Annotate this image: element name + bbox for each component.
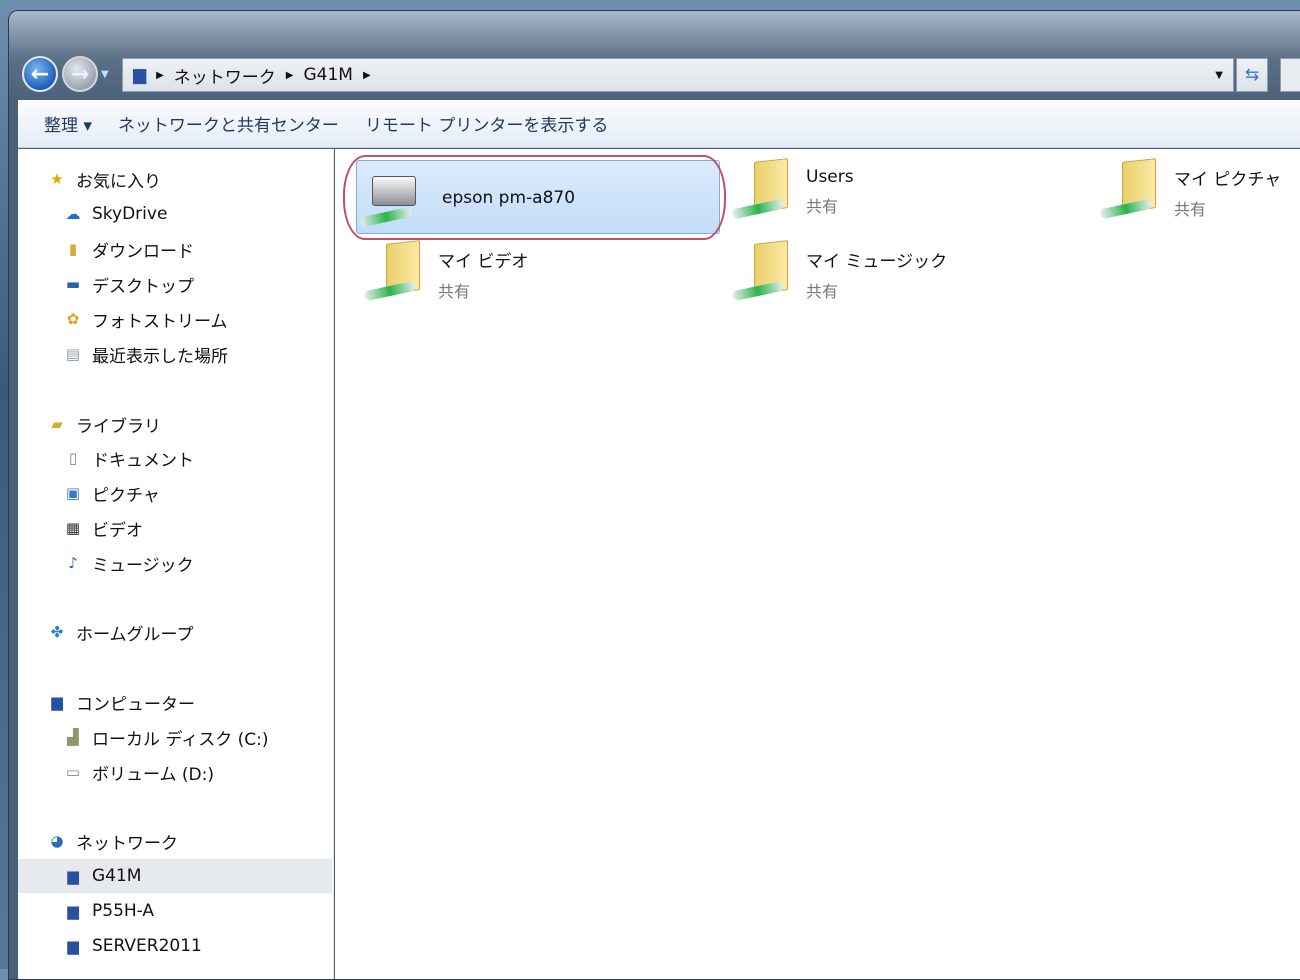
share-item[interactable]: マイ ミュージック 共有 [731, 240, 948, 308]
sidebar-item[interactable]: ▆ SERVER2011 [18, 929, 332, 963]
sidebar-item-label: SkyDrive [92, 204, 168, 224]
address-dropdown-icon[interactable]: ▼ [1215, 70, 1223, 81]
sidebar-item[interactable]: ▤ 最近表示した場所 [18, 337, 332, 371]
sidebar-item-icon: ▮ [68, 240, 78, 258]
printer-icon [359, 168, 420, 228]
sidebar-item-icon: ☁ [65, 205, 81, 223]
sidebar-item-icon: ▆ [51, 693, 63, 711]
nav-buttons: ← → ▼ [22, 56, 109, 92]
sidebar-item-icon: ♪ [68, 554, 78, 572]
back-button[interactable]: ← [22, 56, 58, 92]
sidebar-item[interactable]: ♪ ミュージック [18, 546, 332, 580]
sidebar-item-icon: ✿ [66, 310, 80, 328]
sidebar-item[interactable]: ▆ G41M [18, 859, 332, 893]
item-subtitle: 共有 [806, 281, 839, 301]
sidebar-item-icon: ▭ [65, 763, 81, 781]
item-name: マイ ミュージック [806, 251, 948, 272]
sidebar-item[interactable]: ▭ ボリューム (D:) [18, 755, 332, 789]
sidebar-item-label: ボリューム (D:) [92, 764, 214, 785]
breadcrumb-network[interactable]: ネットワーク [174, 63, 276, 88]
sidebar-item-icon: ▟ [67, 728, 79, 746]
item-name: Users [806, 167, 854, 187]
sidebar-item-icon: ▰ [51, 415, 63, 433]
sidebar-item-label: P55H-A [92, 901, 155, 921]
forward-button[interactable]: → [62, 56, 98, 92]
shared-folder-icon [731, 240, 792, 308]
organize-button[interactable]: 整理 ▾ [44, 111, 92, 136]
breadcrumb-arrow-icon[interactable]: ▶ [286, 70, 294, 81]
sidebar-item-icon: ◕ [50, 832, 64, 850]
sidebar-item[interactable]: ✿ フォトストリーム [18, 302, 332, 336]
sidebar-item-label: デスクトップ [92, 276, 194, 297]
share-item[interactable]: Users 共有 [731, 158, 854, 226]
sidebar-item-icon: ✤ [50, 623, 64, 641]
sidebar-item-label: ビデオ [92, 520, 143, 541]
breadcrumb-g41m[interactable]: G41M [303, 65, 352, 85]
address-bar[interactable]: ▆ ▶ ネットワーク ▶ G41M ▶ ▼ [122, 58, 1234, 92]
sidebar-item[interactable]: ▣ ピクチャ [18, 476, 332, 510]
sidebar-item[interactable]: ★ お気に入り [18, 162, 332, 196]
share-item[interactable]: マイ ピクチャ 共有 [1099, 158, 1282, 226]
item-name: マイ ピクチャ [1174, 169, 1282, 190]
sidebar-item[interactable]: ☁ SkyDrive [18, 197, 332, 231]
sidebar-item-label: コンピューター [76, 694, 195, 715]
shared-folder-icon [363, 240, 424, 308]
network-computer-icon: ▆ [133, 65, 147, 85]
recent-pages-dropdown[interactable]: ▼ [101, 69, 109, 80]
search-input[interactable] [1280, 58, 1300, 92]
sidebar-item[interactable]: ▦ ビデオ [18, 511, 332, 545]
share-item[interactable]: マイ ビデオ 共有 [363, 240, 529, 308]
network-sharing-center-button[interactable]: ネットワークと共有センター [118, 111, 339, 136]
item-subtitle: 共有 [1174, 199, 1207, 219]
item-name: epson pm-a870 [442, 188, 576, 208]
sidebar-item[interactable]: ▬ デスクトップ [18, 267, 332, 301]
command-bar: 整理 ▾ ネットワークと共有センター リモート プリンターを表示する [18, 100, 1300, 148]
view-remote-printers-button[interactable]: リモート プリンターを表示する [365, 111, 608, 136]
sidebar-item-icon: ▣ [65, 484, 81, 502]
sidebar-item-label: SERVER2011 [92, 936, 202, 956]
sidebar-item-label: ネットワーク [76, 833, 178, 854]
sidebar-item-label: ピクチャ [92, 485, 160, 506]
sidebar-item[interactable]: ▆ コンピューター [18, 685, 332, 719]
sidebar-item-icon: ★ [50, 170, 64, 188]
shared-folder-icon [731, 158, 792, 226]
sidebar-item-label: 最近表示した場所 [92, 346, 228, 367]
breadcrumb-arrow-icon[interactable]: ▶ [363, 70, 371, 81]
shared-folder-icon [1099, 158, 1160, 226]
sidebar-item[interactable]: ◕ ネットワーク [18, 824, 332, 858]
sidebar-item-icon: ▦ [65, 519, 81, 537]
item-subtitle: 共有 [438, 281, 471, 301]
sidebar-item-icon: ▆ [67, 937, 79, 955]
sidebar-item[interactable]: ✤ ホームグループ [18, 615, 332, 649]
breadcrumb-arrow-icon[interactable]: ▶ [156, 70, 164, 81]
sidebar-item-label: ミュージック [92, 555, 194, 576]
sidebar-item-label: ライブラリ [76, 416, 161, 437]
sidebar-item-icon: ▤ [65, 345, 81, 363]
sidebar-item[interactable]: ▮ ダウンロード [18, 232, 332, 266]
sidebar-item-label: フォトストリーム [92, 311, 228, 332]
item-subtitle: 共有 [806, 197, 839, 216]
sidebar-item-icon: ▯ [68, 449, 78, 467]
sidebar-item-icon: ▬ [65, 275, 81, 293]
sidebar-item-label: お気に入り [76, 171, 161, 192]
sidebar-item-label: ダウンロード [92, 241, 194, 262]
sidebar-item-label: G41M [92, 866, 142, 886]
sidebar-item-icon: ▆ [67, 902, 79, 920]
sidebar-item-label: ローカル ディスク (C:) [92, 729, 269, 750]
sidebar-item[interactable]: ▰ ライブラリ [18, 407, 332, 441]
navigation-pane: ★ お気に入り ☁ SkyDrive ▮ ダウンロード ▬ デスクトップ ✿ フォトストリーム ▤ 最… [18, 149, 334, 979]
sidebar-item[interactable]: ▟ ローカル ディスク (C:) [18, 720, 332, 754]
refresh-button[interactable]: ⇆ [1236, 58, 1268, 92]
item-name: マイ ビデオ [438, 251, 529, 272]
sidebar-item-label: ドキュメント [92, 450, 194, 471]
sidebar-item-label: ホームグループ [76, 624, 194, 645]
sidebar-item[interactable]: ▆ P55H-A [18, 894, 332, 928]
sidebar-item[interactable]: ▯ ドキュメント [18, 441, 332, 475]
sidebar-item-icon: ▆ [67, 867, 79, 885]
printer-item[interactable]: epson pm-a870 [359, 168, 576, 228]
